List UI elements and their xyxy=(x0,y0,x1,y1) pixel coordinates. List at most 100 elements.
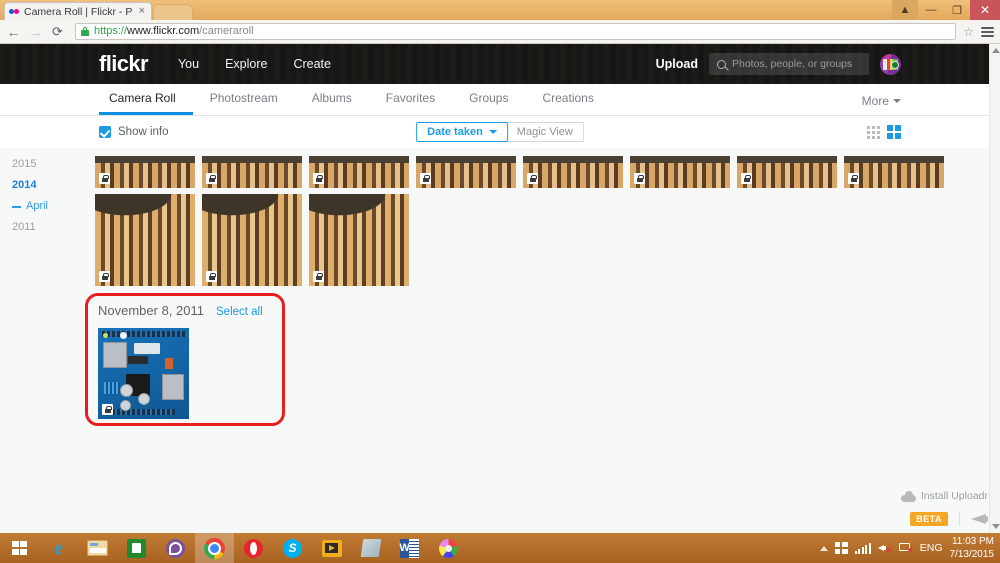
lock-icon xyxy=(313,271,324,282)
magic-view-button[interactable]: Magic View xyxy=(506,122,584,142)
clock-date: 7/13/2015 xyxy=(949,548,995,560)
minimize-button[interactable]: — xyxy=(918,0,944,20)
scroll-up-icon[interactable] xyxy=(992,48,1000,53)
tab-favorites[interactable]: Favorites xyxy=(369,92,452,115)
viber-icon[interactable] xyxy=(156,533,195,563)
photo-thumbnail-arduino[interactable] xyxy=(98,328,189,419)
media-player-icon[interactable] xyxy=(312,533,351,563)
new-tab-button[interactable] xyxy=(153,4,193,20)
select-all-link[interactable]: Select all xyxy=(216,306,263,318)
sidebar-month-label: April xyxy=(26,200,49,212)
lock-icon xyxy=(206,173,217,184)
photo-row-second xyxy=(92,188,1000,286)
browser-tab[interactable]: Camera Roll | Flickr - Phot × xyxy=(4,2,152,20)
profile-button[interactable]: ▲ xyxy=(892,0,918,20)
search-box[interactable] xyxy=(709,53,869,75)
clock[interactable]: 11:03 PM 7/13/2015 xyxy=(950,536,995,561)
flickr-logo[interactable]: flickr xyxy=(99,53,149,75)
search-icon xyxy=(717,59,726,69)
tab-photostream[interactable]: Photostream xyxy=(193,92,295,115)
photo-grid: November 8, 2011 Select all xyxy=(85,148,1000,533)
google-chrome-icon[interactable] xyxy=(195,533,234,563)
volume-muted-icon[interactable]: ✕ xyxy=(877,542,893,555)
skype-icon[interactable]: S xyxy=(273,533,312,563)
photo-thumbnail[interactable] xyxy=(416,156,516,188)
nav-you[interactable]: You xyxy=(178,57,199,71)
photo-thumbnail[interactable] xyxy=(630,156,730,188)
flickr-favicon-icon xyxy=(9,6,20,17)
nav-explore[interactable]: Explore xyxy=(225,57,267,71)
internet-explorer-icon[interactable]: e xyxy=(39,533,78,563)
sidebar-item-april[interactable]: April xyxy=(8,196,92,217)
browser-toolbar: ← → ⟳ https://www.flickr.com/cameraroll … xyxy=(0,20,1000,44)
photo-thumbnail[interactable] xyxy=(523,156,623,188)
page-scrollbar[interactable] xyxy=(989,44,1000,533)
network-error-icon[interactable]: ✕ xyxy=(898,542,914,555)
reload-icon[interactable]: ⟳ xyxy=(50,25,65,38)
date-taken-label: Date taken xyxy=(427,126,483,138)
scroll-down-icon[interactable] xyxy=(992,524,1000,529)
action-center-icon[interactable] xyxy=(834,542,848,554)
close-button[interactable]: ✕ xyxy=(970,0,1000,20)
photo-thumbnail[interactable] xyxy=(95,194,195,286)
opera-icon[interactable] xyxy=(234,533,273,563)
photo-thumbnail[interactable] xyxy=(202,156,302,188)
back-icon[interactable]: ← xyxy=(6,25,21,39)
grid-4-squares-icon[interactable] xyxy=(887,125,901,139)
sidebar-item-2014[interactable]: 2014 xyxy=(8,175,92,196)
lock-icon xyxy=(527,173,538,184)
chrome-menu-icon[interactable] xyxy=(981,26,994,37)
taskbar-icons: e S W xyxy=(0,533,468,563)
browser-titlebar: Camera Roll | Flickr - Phot × ▲ — ❐ ✕ xyxy=(0,0,1000,20)
address-bar[interactable]: https://www.flickr.com/cameraroll xyxy=(75,23,957,40)
bookmark-star-icon[interactable]: ☆ xyxy=(963,25,974,39)
nav-create[interactable]: Create xyxy=(293,57,331,71)
grid-size-toggles xyxy=(867,125,901,139)
maximize-button[interactable]: ❐ xyxy=(944,0,970,20)
start-button[interactable] xyxy=(0,533,39,563)
photo-thumbnail[interactable] xyxy=(844,156,944,188)
file-explorer-icon[interactable] xyxy=(78,533,117,563)
microsoft-word-icon[interactable]: W xyxy=(390,533,429,563)
beta-badge: BETA xyxy=(910,512,948,526)
checkbox-checked-icon xyxy=(99,126,111,138)
url-text: https://www.flickr.com/cameraroll xyxy=(94,23,254,40)
grid-9-dots-icon[interactable] xyxy=(867,125,880,139)
view-mode-segmented-control: Date taken Magic View xyxy=(416,122,584,142)
lock-icon xyxy=(741,173,752,184)
language-indicator[interactable]: ENG xyxy=(920,542,943,554)
upload-button[interactable]: Upload xyxy=(656,57,698,71)
tab-groups[interactable]: Groups xyxy=(452,92,525,115)
signal-strength-icon[interactable] xyxy=(854,542,871,554)
install-uploadr-link[interactable]: Install Uploadr xyxy=(900,490,988,502)
tab-albums[interactable]: Albums xyxy=(295,92,369,115)
photo-thumbnail[interactable] xyxy=(95,156,195,188)
forward-icon[interactable]: → xyxy=(28,25,43,39)
page-content: flickr You Explore Create Upload Photos,… xyxy=(0,44,1000,533)
show-info-checkbox[interactable]: Show info xyxy=(99,126,169,138)
photo-thumbnail[interactable] xyxy=(737,156,837,188)
paint-icon[interactable] xyxy=(429,533,468,563)
window-controls: ▲ — ❐ ✕ xyxy=(892,0,1000,20)
photo-thumbnail[interactable] xyxy=(202,194,302,286)
photo-thumbnail[interactable] xyxy=(309,156,409,188)
sidebar-item-2015[interactable]: 2015 xyxy=(8,154,92,175)
tab-camera-roll[interactable]: Camera Roll xyxy=(99,92,193,115)
photo-thumbnail[interactable] xyxy=(309,194,409,286)
avatar[interactable] xyxy=(880,53,901,75)
more-dropdown[interactable]: More xyxy=(862,95,901,115)
megaphone-icon[interactable] xyxy=(971,513,988,525)
show-hidden-icons-icon[interactable] xyxy=(819,545,828,551)
windows-taskbar: e S W ✕ ✕ ENG 11:03 PM 7/13/2015 xyxy=(0,533,1000,563)
windows-store-icon[interactable] xyxy=(117,533,156,563)
system-tray: ✕ ✕ ENG 11:03 PM 7/13/2015 xyxy=(819,533,1000,563)
sidebar-item-2011[interactable]: 2011 xyxy=(8,217,92,238)
show-info-label: Show info xyxy=(118,126,169,138)
onenote-icon[interactable] xyxy=(351,533,390,563)
tab-close-icon[interactable]: × xyxy=(137,6,147,17)
tab-creations[interactable]: Creations xyxy=(525,92,610,115)
date-taken-button[interactable]: Date taken xyxy=(416,122,508,142)
camera-roll-toolbar: Show info Date taken Magic View xyxy=(0,116,1000,148)
lock-icon xyxy=(99,173,110,184)
search-input[interactable] xyxy=(732,58,861,70)
